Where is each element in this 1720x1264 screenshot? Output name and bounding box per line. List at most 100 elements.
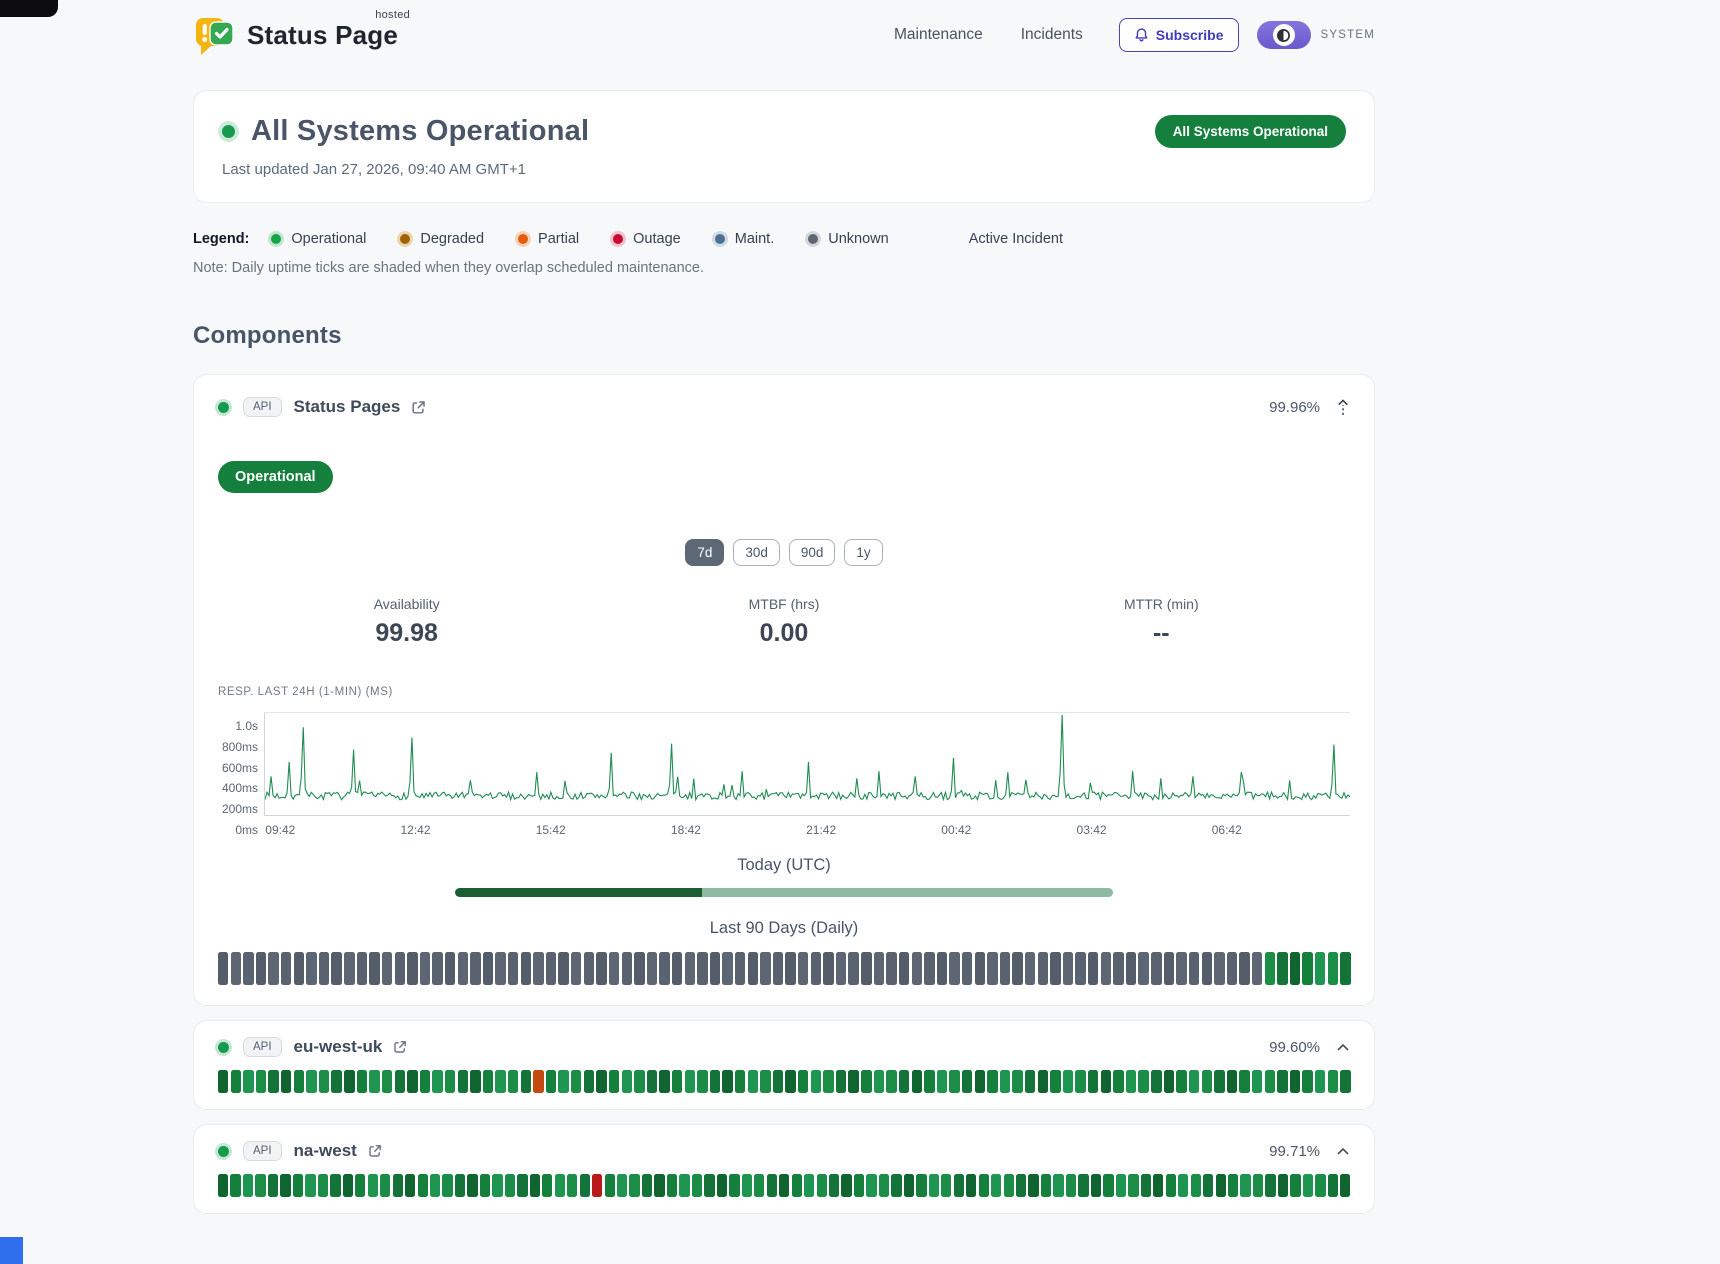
uptime-tick[interactable] [470, 1070, 480, 1093]
uptime-tick[interactable] [1164, 952, 1174, 985]
uptime-tick[interactable] [395, 1070, 405, 1093]
uptime-tick[interactable] [1315, 1174, 1325, 1197]
uptime-tick[interactable] [492, 1174, 502, 1197]
uptime-tick[interactable] [798, 1070, 808, 1093]
uptime-tick[interactable] [1141, 1174, 1151, 1197]
uptime-tick[interactable] [306, 952, 316, 985]
uptime-tick[interactable] [596, 952, 606, 985]
uptime-tick[interactable] [1126, 952, 1136, 985]
uptime-tick[interactable] [817, 1174, 827, 1197]
uptime-tick[interactable] [508, 1070, 518, 1093]
uptime-tick[interactable] [294, 952, 304, 985]
uptime-tick[interactable] [231, 1070, 241, 1093]
uptime-tick[interactable] [432, 1070, 442, 1093]
uptime-tick[interactable] [962, 1070, 972, 1093]
uptime-tick[interactable] [710, 1070, 720, 1093]
uptime-tick[interactable] [1202, 952, 1212, 985]
uptime-tick[interactable] [704, 1174, 714, 1197]
uptime-tick[interactable] [1253, 1174, 1263, 1197]
uptime-tick[interactable] [866, 1174, 876, 1197]
logo[interactable]: Status Page hosted [193, 13, 398, 57]
uptime-tick[interactable] [1000, 1070, 1010, 1093]
uptime-tick[interactable] [975, 1070, 985, 1093]
uptime-tick[interactable] [1189, 1070, 1199, 1093]
uptime-tick[interactable] [1050, 952, 1060, 985]
uptime-tick[interactable] [533, 1070, 543, 1093]
uptime-tick[interactable] [542, 1174, 552, 1197]
uptime-tick[interactable] [420, 952, 430, 985]
uptime-tick[interactable] [1050, 1070, 1060, 1093]
uptime-tick[interactable] [231, 952, 241, 985]
uptime-tick[interactable] [268, 1070, 278, 1093]
uptime-tick[interactable] [937, 1070, 947, 1093]
uptime-tick[interactable] [1038, 1070, 1048, 1093]
uptime-tick[interactable] [546, 1070, 556, 1093]
uptime-tick[interactable] [1025, 952, 1035, 985]
uptime-tick[interactable] [505, 1174, 515, 1197]
uptime-tick[interactable] [1063, 952, 1073, 985]
uptime-tick[interactable] [521, 952, 531, 985]
uptime-tick[interactable] [916, 1174, 926, 1197]
uptime-tick[interactable] [508, 952, 518, 985]
uptime-tick[interactable] [1191, 1174, 1201, 1197]
uptime-tick[interactable] [1088, 952, 1098, 985]
uptime-tick[interactable] [1176, 1070, 1186, 1093]
uptime-tick[interactable] [567, 1174, 577, 1197]
uptime-tick[interactable] [1252, 952, 1262, 985]
uptime-tick[interactable] [717, 1174, 727, 1197]
uptime-tick[interactable] [854, 1174, 864, 1197]
uptime-tick[interactable] [1228, 1174, 1238, 1197]
uptime-tick[interactable] [735, 1070, 745, 1093]
uptime-tick[interactable] [355, 1174, 365, 1197]
uptime-tick[interactable] [268, 952, 278, 985]
uptime-tick[interactable] [1053, 1174, 1063, 1197]
uptime-tick[interactable] [480, 1174, 490, 1197]
uptime-tick[interactable] [268, 1174, 278, 1197]
uptime-tick[interactable] [991, 1174, 1001, 1197]
uptime-tick[interactable] [1216, 1174, 1226, 1197]
uptime-tick[interactable] [1016, 1174, 1026, 1197]
uptime-tick[interactable] [654, 1174, 664, 1197]
uptime-tick[interactable] [1340, 1174, 1350, 1197]
uptime-tick[interactable] [1328, 952, 1338, 985]
uptime-tick[interactable] [331, 952, 341, 985]
uptime-tick[interactable] [1126, 1070, 1136, 1093]
uptime-tick[interactable] [811, 952, 821, 985]
uptime-tick[interactable] [1252, 1070, 1262, 1093]
uptime-tick[interactable] [517, 1174, 527, 1197]
uptime-tick[interactable] [874, 952, 884, 985]
uptime-tick[interactable] [1227, 952, 1237, 985]
uptime-tick[interactable] [647, 952, 657, 985]
uptime-tick[interactable] [218, 1070, 228, 1093]
uptime-tick[interactable] [773, 952, 783, 985]
uptime-tick[interactable] [760, 1070, 770, 1093]
uptime-tick[interactable] [987, 1070, 997, 1093]
range-button-1y[interactable]: 1y [844, 539, 882, 566]
nav-link-incidents[interactable]: Incidents [1021, 26, 1083, 44]
uptime-tick[interactable] [1066, 1174, 1076, 1197]
uptime-tick[interactable] [1265, 952, 1275, 985]
uptime-tick[interactable] [255, 1174, 265, 1197]
uptime-tick[interactable] [530, 1174, 540, 1197]
uptime-tick[interactable] [343, 1174, 353, 1197]
uptime-tick[interactable] [605, 1174, 615, 1197]
uptime-tick[interactable] [949, 1070, 959, 1093]
uptime-tick[interactable] [344, 952, 354, 985]
uptime-tick[interactable] [1091, 1174, 1101, 1197]
uptime-tick[interactable] [571, 1070, 581, 1093]
uptime-tick[interactable] [634, 952, 644, 985]
uptime-tick[interactable] [1315, 1070, 1325, 1093]
uptime-tick[interactable] [692, 1174, 702, 1197]
uptime-tick[interactable] [1075, 1070, 1085, 1093]
uptime-tick[interactable] [760, 952, 770, 985]
uptime-tick[interactable] [861, 1070, 871, 1093]
uptime-tick[interactable] [1214, 1070, 1224, 1093]
range-button-90d[interactable]: 90d [789, 539, 836, 566]
uptime-tick[interactable] [470, 952, 480, 985]
uptime-tick[interactable] [467, 1174, 477, 1197]
uptime-tick[interactable] [617, 1174, 627, 1197]
uptime-tick[interactable] [483, 952, 493, 985]
uptime-tick[interactable] [584, 952, 594, 985]
uptime-tick[interactable] [609, 952, 619, 985]
uptime-tick[interactable] [218, 1174, 228, 1197]
